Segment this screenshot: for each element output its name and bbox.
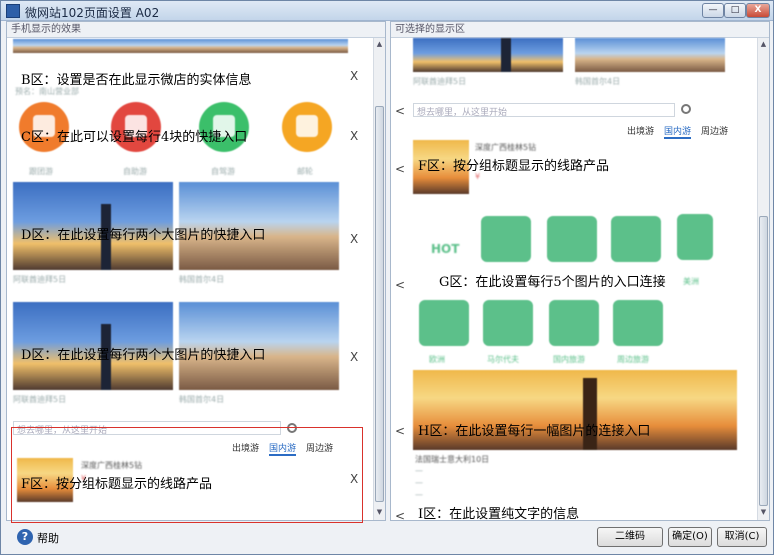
tile-caption: 阿联酋迪拜5日 [13,395,67,404]
add-zone-f-button[interactable]: < [395,162,405,176]
china-map-icon [549,300,599,346]
tile-caption: 韩国首尔4日 [179,395,225,404]
right-tile-dubai[interactable] [413,38,563,72]
window-title: 微网站102页面设置 A02 [25,6,160,20]
circle-label: 邮轮 [297,167,313,176]
tile-caption: 韩国首尔4日 [575,77,621,86]
selected-zone-outline [11,427,363,523]
top-banner-strip [13,39,348,53]
bus-icon [613,300,663,346]
available-zones-panel: 可选择的显示区 阿联酋迪拜5日 韩国首尔4日 < 想去哪里，从这里开始 出境游国… [390,21,770,521]
search-placeholder: 想去哪里，从这里开始 [417,108,508,118]
scroll-up-arrow-icon[interactable]: ▲ [758,38,769,50]
settings-dialog: 微网站102页面设置 A02 — □ X 手机显示的效果 B区：设置是否在此显示… [0,0,774,555]
h-desc-line: — [415,466,423,475]
add-zone-i-button[interactable]: < [395,509,405,520]
circle-cruise-icon [282,102,332,152]
zone-d1-label: D区：在此设置每行两个大图片的快捷入口 [21,228,266,243]
scroll-down-arrow-icon[interactable]: ▼ [758,506,769,518]
left-scrollbar[interactable]: ▲ ▼ [373,38,385,520]
capitol-icon [419,300,469,346]
icon-label: 欧洲 [429,355,445,364]
circle-label: 自驾游 [211,167,235,176]
right-search-input[interactable]: 想去哪里，从这里开始 [413,103,675,118]
zone-d1-remove-button[interactable]: X [350,232,358,246]
qrcode-button[interactable]: 二维码 [597,527,663,547]
zone-b-label: B区：设置是否在此显示微店的实体信息 [21,73,252,88]
left-scroll-thumb[interactable] [375,106,384,502]
zone-d2-remove-button[interactable]: X [350,350,358,364]
zone-i-option-label: I区：在此设置纯文字的信息 [418,507,580,521]
icon-label: 国内旅游 [553,355,585,364]
zone-f-option-label: F区：按分组标题显示的线路产品 [418,159,610,174]
zone-g-option-label: G区：在此设置每行5个图片的入口连接 [439,275,666,290]
product-title: 深度广西桂林5钻 [475,143,537,152]
tab-nearby[interactable]: 周边游 [701,127,728,137]
elephant-icon [547,216,597,262]
search-icon[interactable] [681,104,691,114]
add-zone-g-button[interactable]: < [395,278,405,292]
help-link[interactable]: 帮助 [37,530,59,546]
fan-icon [611,216,661,262]
scroll-down-arrow-icon[interactable]: ▼ [374,506,385,518]
tile-caption: 韩国首尔4日 [179,275,225,284]
add-zone-search-button[interactable]: < [395,104,405,118]
dialog-footer: ? 帮助 二维码 确定(O) 取消(C) [1,522,773,554]
palm-icon [483,300,533,346]
hot-icon: HOT [431,242,460,256]
right-scroll-thumb[interactable] [759,216,768,506]
zone-h-option-label: H区：在此设置每行一幅图片的连接入口 [418,424,651,439]
hongkong-icon [481,216,531,262]
tab-outbound[interactable]: 出境游 [627,127,654,137]
zone-c-label: C区：在此可以设置每行4块的快捷入口 [21,130,248,145]
statue-liberty-icon [677,214,713,260]
ok-button[interactable]: 确定(O) [668,527,712,547]
right-scrollbar[interactable]: ▲ ▼ [757,38,769,520]
circle-label: 跟团游 [29,167,53,176]
h-banner-caption: 法国瑞士意大利10日 [415,455,490,464]
app-icon [6,4,20,18]
available-zones-header: 可选择的显示区 [391,22,769,38]
right-tile-korea[interactable] [575,38,725,72]
title-bar: 微网站102页面设置 A02 — □ X [1,1,773,21]
tile-caption: 阿联酋迪拜5日 [413,77,467,86]
icon-label: 马尔代夫 [487,355,519,364]
circle-label: 自助游 [123,167,147,176]
scroll-up-arrow-icon[interactable]: ▲ [374,38,385,50]
maximize-button[interactable]: □ [724,3,746,18]
cancel-button[interactable]: 取消(C) [717,527,767,547]
help-icon[interactable]: ? [17,529,33,545]
h-desc-line: — [415,478,423,487]
zone-c-remove-button[interactable]: X [350,129,358,143]
tile-caption: 阿联酋迪拜5日 [13,275,67,284]
zone-b-remove-button[interactable]: X [350,69,358,83]
phone-preview-header: 手机显示的效果 [7,22,385,38]
zone-d2-label: D区：在此设置每行两个大图片的快捷入口 [21,348,266,363]
tab-domestic[interactable]: 国内游 [664,127,692,139]
h-desc-line: — [415,490,423,499]
icon-label: 美洲 [683,277,699,286]
minimize-button[interactable]: — [702,3,724,18]
right-group-tabs: 出境游 国内游 周边游 [617,124,728,139]
icon-label: 周边旅游 [617,355,649,364]
add-zone-h-button[interactable]: < [395,424,405,438]
close-button[interactable]: X [746,3,770,18]
